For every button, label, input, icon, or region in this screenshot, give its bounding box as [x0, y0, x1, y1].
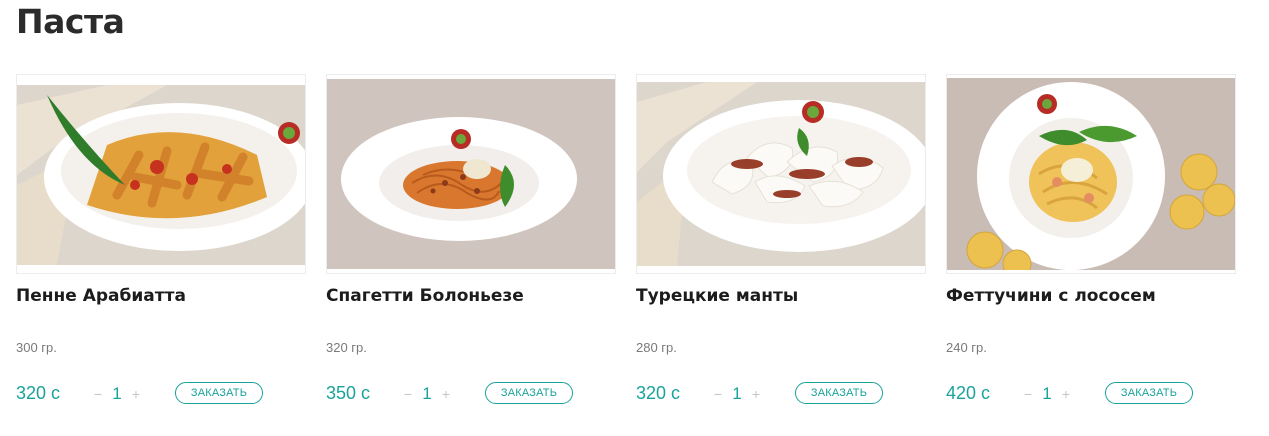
- product-price: 350 с: [326, 383, 371, 403]
- product-weight: 320 гр.: [326, 340, 367, 355]
- decrease-button[interactable]: −: [712, 386, 724, 402]
- quantity-value: 1: [422, 384, 432, 403]
- product-weight: 300 гр.: [16, 340, 57, 355]
- product-name[interactable]: Турецкие манты: [636, 286, 798, 306]
- product-card: Турецкие манты 280 гр. 320 с − 1 + ЗАКАЗ…: [636, 74, 926, 414]
- product-photo[interactable]: [946, 74, 1236, 274]
- increase-button[interactable]: +: [440, 386, 452, 402]
- product-price: 420 с: [946, 383, 991, 403]
- product-weight: 240 гр.: [946, 340, 987, 355]
- product-photo[interactable]: [16, 74, 306, 274]
- increase-button[interactable]: +: [130, 386, 142, 402]
- quantity-value: 1: [112, 384, 122, 403]
- fettuccine-salmon-image: [947, 78, 1235, 270]
- increase-button[interactable]: +: [1060, 386, 1072, 402]
- order-button[interactable]: ЗАКАЗАТЬ: [485, 382, 573, 404]
- product-name[interactable]: Феттучини с лососем: [946, 286, 1156, 306]
- decrease-button[interactable]: −: [402, 386, 414, 402]
- order-button[interactable]: ЗАКАЗАТЬ: [175, 382, 263, 404]
- product-name[interactable]: Спагетти Болоньезе: [326, 286, 524, 306]
- decrease-button[interactable]: −: [92, 386, 104, 402]
- order-button[interactable]: ЗАКАЗАТЬ: [1105, 382, 1193, 404]
- product-photo[interactable]: [326, 74, 616, 274]
- product-weight: 280 гр.: [636, 340, 677, 355]
- product-card: Пенне Арабиатта 300 гр. 320 с − 1 + ЗАКА…: [16, 74, 306, 414]
- product-price: 320 с: [16, 383, 61, 403]
- product-photo[interactable]: [636, 74, 926, 274]
- product-price: 320 с: [636, 383, 681, 403]
- quantity-value: 1: [1042, 384, 1052, 403]
- increase-button[interactable]: +: [750, 386, 762, 402]
- quantity-stepper: − 1 +: [92, 383, 142, 405]
- quantity-value: 1: [732, 384, 742, 403]
- product-card: Феттучини с лососем 240 гр. 420 с − 1 + …: [946, 74, 1236, 414]
- quantity-stepper: − 1 +: [712, 383, 762, 405]
- quantity-stepper: − 1 +: [402, 383, 452, 405]
- quantity-stepper: − 1 +: [1022, 383, 1072, 405]
- spaghetti-bolognese-image: [327, 79, 615, 269]
- decrease-button[interactable]: −: [1022, 386, 1034, 402]
- turkish-manti-image: [637, 82, 925, 266]
- order-button[interactable]: ЗАКАЗАТЬ: [795, 382, 883, 404]
- product-card: Спагетти Болоньезе 320 гр. 350 с − 1 + З…: [326, 74, 616, 414]
- section-title: Паста: [16, 2, 125, 41]
- product-name[interactable]: Пенне Арабиатта: [16, 286, 186, 306]
- penne-arrabbiata-image: [17, 85, 305, 265]
